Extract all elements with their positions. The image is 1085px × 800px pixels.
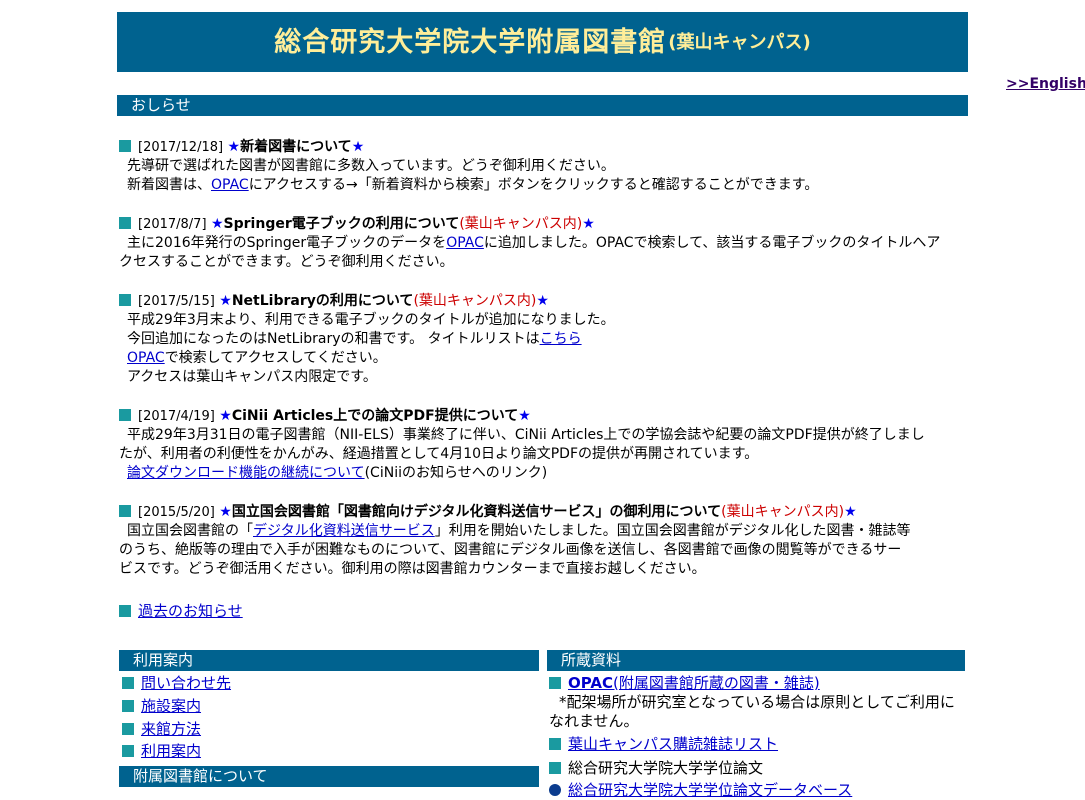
opac-note: *配架場所が研究室となっている場合は原則としてご利用に bbox=[559, 693, 955, 711]
contact-link[interactable]: 問い合わせ先 bbox=[141, 674, 231, 692]
holdings-note: *配架場所が研究室となっている場合は原則としてご利用に なれません。 bbox=[549, 693, 965, 731]
site-title: 総合研究大学院大学附属図書館 bbox=[274, 26, 667, 58]
usage-item: 利用案内 bbox=[122, 742, 201, 761]
usage-guide-link[interactable]: 利用案内 bbox=[141, 742, 201, 760]
usage-section-bar: 利用案内 bbox=[119, 650, 539, 671]
facility-link[interactable]: 施設案内 bbox=[141, 697, 201, 715]
star-icon: ★ bbox=[518, 408, 531, 424]
news-item: [2017/12/18] ★新着図書について★ 先導研で選ばれた図書が図書館に多… bbox=[119, 138, 967, 195]
news-item: [2017/8/7] ★Springer電子ブックの利用について(葉山キャンパス… bbox=[119, 215, 967, 272]
news-item: [2017/4/19] ★CiNii Articles上での論文PDF提供につい… bbox=[119, 407, 967, 483]
star-icon: ★ bbox=[219, 293, 232, 309]
square-bullet-icon bbox=[119, 605, 131, 617]
news-date: [2017/8/7] bbox=[138, 217, 207, 232]
square-bullet-icon bbox=[119, 140, 131, 152]
news-text: にアクセスする→「新着資料から検索」ボタンをクリックすると確認することができます… bbox=[248, 177, 819, 193]
news-title: Springer電子ブックの利用について bbox=[223, 216, 460, 232]
news-date: [2017/5/15] bbox=[138, 294, 215, 309]
square-bullet-icon bbox=[119, 409, 131, 421]
usage-item: 施設案内 bbox=[122, 697, 201, 716]
opac-link[interactable]: OPAC bbox=[446, 235, 484, 251]
news-text: 平成29年3月31日の電子図書館（NII-ELS）事業終了に伴い、CiNii A… bbox=[127, 427, 925, 443]
site-subtitle: (葉山キャンパス) bbox=[668, 31, 811, 53]
square-bullet-icon bbox=[122, 677, 134, 689]
square-bullet-icon bbox=[122, 723, 134, 735]
opac-link[interactable]: OPAC bbox=[127, 350, 165, 366]
past-news-item: 過去のお知らせ bbox=[119, 602, 243, 621]
news-title: 新着図書について bbox=[240, 139, 352, 155]
opac-link[interactable]: OPAC bbox=[568, 674, 613, 692]
news-text: クセスすることができます。どうぞ御利用ください。 bbox=[119, 254, 454, 270]
news-title: CiNii Articles上での論文PDF提供について bbox=[231, 408, 519, 424]
holdings-item: 葉山キャンパス購読雑誌リスト bbox=[549, 735, 778, 754]
campus-note: (葉山キャンパス内) bbox=[459, 216, 583, 232]
square-bullet-icon bbox=[119, 217, 131, 229]
news-text: (CiNiiのお知らせへのリンク) bbox=[364, 465, 548, 481]
usage-item: 問い合わせ先 bbox=[122, 674, 231, 693]
journal-list-link[interactable]: 葉山キャンパス購読雑誌リスト bbox=[568, 735, 778, 753]
news-title: NetLibraryの利用について bbox=[231, 293, 414, 309]
usage-item: 来館方法 bbox=[122, 720, 201, 739]
thesis-label: 総合研究大学院大学学位論文 bbox=[568, 759, 764, 777]
holdings-section-bar: 所蔵資料 bbox=[547, 650, 965, 671]
square-bullet-icon bbox=[549, 762, 561, 774]
circle-bullet-icon bbox=[549, 784, 561, 796]
news-text: 主に2016年発行のSpringer電子ブックのデータを bbox=[127, 235, 447, 251]
campus-note: (葉山キャンパス内) bbox=[721, 504, 845, 520]
news-text: 国立国会図書館の「 bbox=[127, 523, 253, 539]
square-bullet-icon bbox=[549, 738, 561, 750]
english-link[interactable]: >>English bbox=[1006, 75, 1085, 94]
site-banner: 総合研究大学院大学附属図書館 (葉山キャンパス) bbox=[117, 12, 968, 72]
square-bullet-icon bbox=[122, 745, 134, 757]
news-title: 国立国会図書館「図書館向けデジタル化資料送信サービス」の御利用について bbox=[231, 504, 722, 520]
news-text: 平成29年3月末より、利用できる電子ブックのタイトルが追加になりました。 bbox=[127, 312, 615, 328]
cinii-link[interactable]: 論文ダウンロード機能の継続について bbox=[127, 465, 365, 481]
square-bullet-icon bbox=[122, 700, 134, 712]
news-text: 新着図書は、 bbox=[127, 177, 211, 193]
news-text: ビスです。どうぞ御活用ください。御利用の際は図書館カウンターまで直接お越しくださ… bbox=[119, 561, 706, 577]
campus-note: (葉山キャンパス内) bbox=[413, 293, 537, 309]
star-icon: ★ bbox=[227, 139, 241, 155]
news-item: [2017/5/15] ★NetLibraryの利用について(葉山キャンパス内)… bbox=[119, 292, 967, 387]
star-icon: ★ bbox=[219, 408, 232, 424]
digital-service-link[interactable]: デジタル化資料送信サービス bbox=[253, 523, 435, 539]
news-date: [2017/4/19] bbox=[138, 409, 215, 424]
thesis-database-link[interactable]: 総合研究大学院大学学位論文データベース bbox=[568, 781, 852, 799]
holdings-item: 総合研究大学院大学学位論文データベース bbox=[549, 781, 852, 800]
news-text: アクセスは葉山キャンパス内限定です。 bbox=[127, 369, 377, 385]
star-icon: ★ bbox=[219, 504, 232, 520]
news-text: 先導研で選ばれた図書が図書館に多数入っています。どうぞ御利用ください。 bbox=[127, 158, 615, 174]
past-news-link[interactable]: 過去のお知らせ bbox=[138, 602, 243, 620]
star-icon: ★ bbox=[536, 293, 549, 309]
star-icon: ★ bbox=[351, 139, 365, 155]
news-text: たが、利用者の利便性をかんがみ、経過措置として4月10日より論文PDFの提供が再… bbox=[119, 446, 759, 462]
news-text: で検索してアクセスしてください。 bbox=[164, 350, 387, 366]
news-text: 」利用を開始いたしました。国立国会図書館がデジタル化した図書・雑誌等 bbox=[434, 523, 911, 539]
news-date: [2017/12/18] bbox=[138, 140, 224, 155]
square-bullet-icon bbox=[119, 505, 131, 517]
news-text: に追加しました。OPACで検索して、該当する電子ブックのタイトルへア bbox=[483, 235, 941, 251]
square-bullet-icon bbox=[549, 677, 561, 689]
about-section-bar: 附属図書館について bbox=[119, 766, 539, 787]
holdings-item: 総合研究大学院大学学位論文 bbox=[549, 759, 763, 778]
news-section-bar: おしらせ bbox=[117, 95, 968, 116]
news-item: [2015/5/20] ★国立国会図書館「図書館向けデジタル化資料送信サービス」… bbox=[119, 503, 967, 579]
opac-note: なれません。 bbox=[549, 712, 639, 730]
star-icon: ★ bbox=[582, 216, 595, 232]
news-text: のうち、絶版等の理由で入手が困難なものについて、図書館にデジタル画像を送信し、各… bbox=[119, 542, 902, 558]
holdings-item: OPAC(附属図書館所蔵の図書・雑誌) bbox=[549, 674, 965, 693]
opac-description-link[interactable]: (附属図書館所蔵の図書・雑誌) bbox=[613, 674, 820, 692]
star-icon: ★ bbox=[210, 216, 224, 232]
access-link[interactable]: 来館方法 bbox=[141, 720, 201, 738]
opac-link[interactable]: OPAC bbox=[211, 177, 249, 193]
square-bullet-icon bbox=[119, 294, 131, 306]
title-list-link[interactable]: こちら bbox=[540, 331, 582, 347]
news-date: [2015/5/20] bbox=[138, 505, 215, 520]
news-text: 今回追加になったのはNetLibraryの和書です。 タイトルリストは bbox=[127, 331, 540, 347]
star-icon: ★ bbox=[844, 504, 857, 520]
